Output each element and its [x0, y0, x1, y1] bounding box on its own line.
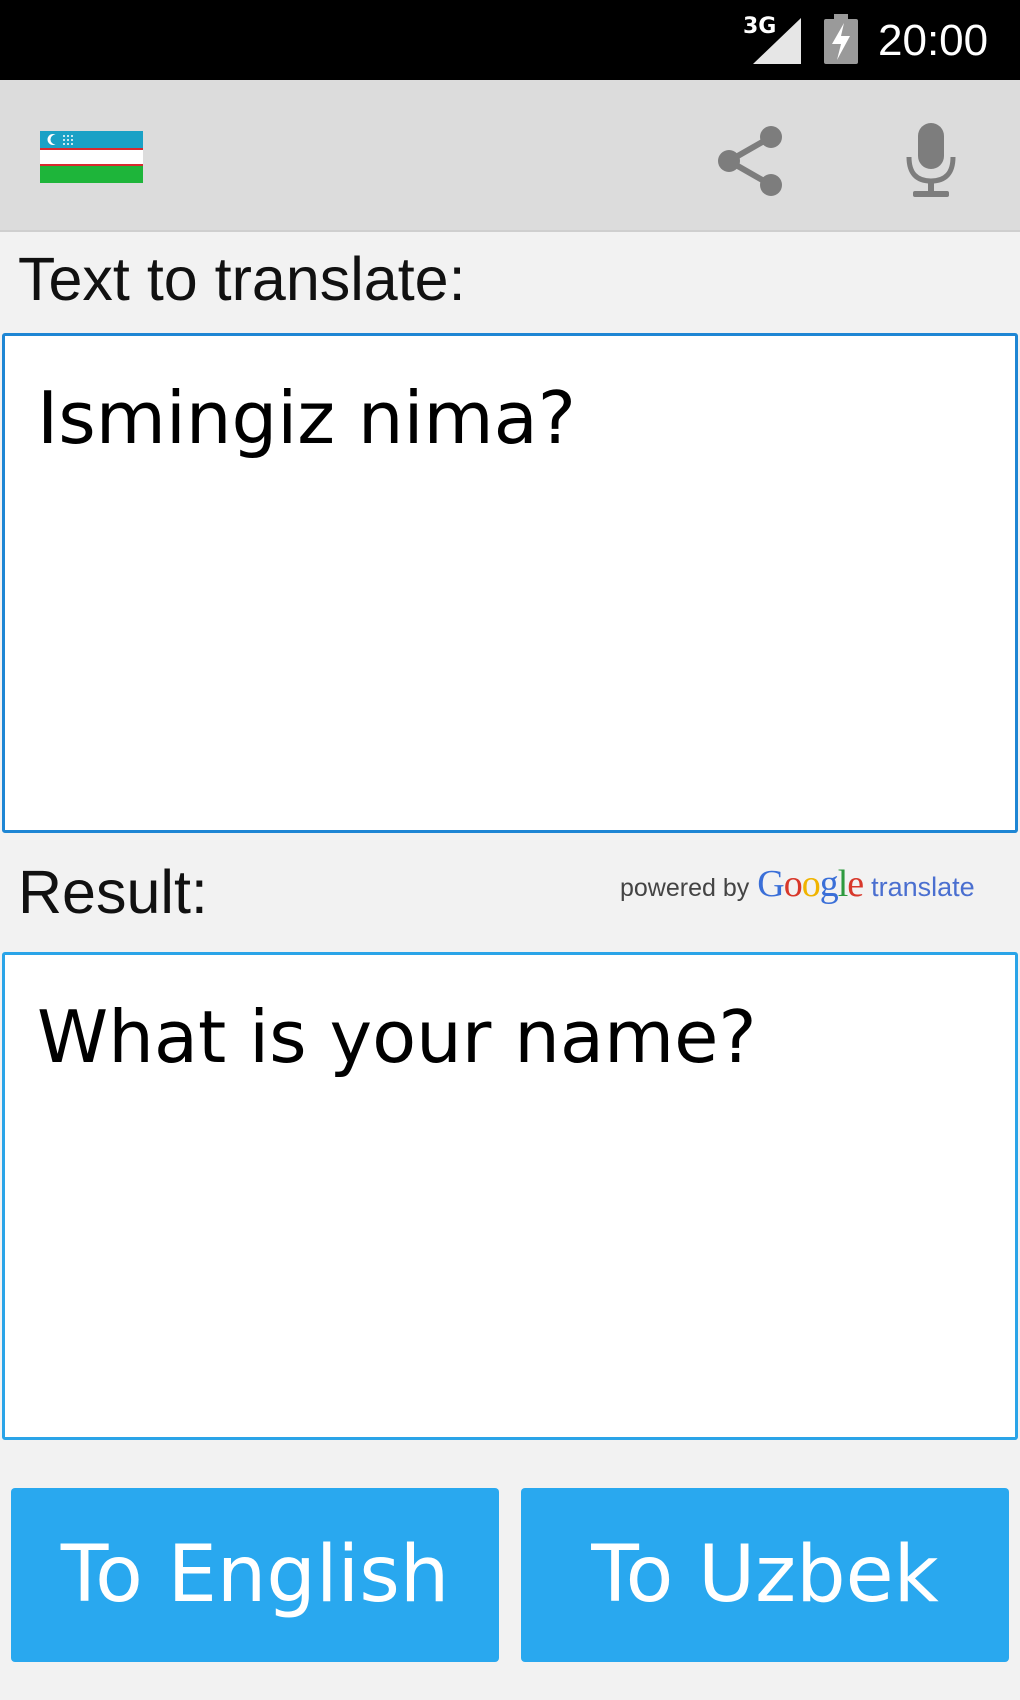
to-english-button[interactable]: To English — [11, 1488, 499, 1662]
battery-charging-icon — [824, 14, 858, 64]
google-logo: Google — [757, 862, 864, 906]
share-icon — [718, 126, 782, 196]
toolbar — [0, 80, 1020, 232]
google-logo-letter: o — [783, 863, 803, 905]
result-text: What is your name? — [37, 995, 757, 1079]
input-label: Text to translate: — [18, 245, 466, 313]
powered-by-google-translate: powered by Google translate — [620, 862, 990, 912]
to-uzbek-button[interactable]: To Uzbek — [521, 1488, 1009, 1662]
voice-input-button[interactable] — [886, 116, 976, 206]
result-output[interactable]: What is your name? — [2, 952, 1018, 1440]
google-logo-letter: l — [837, 863, 849, 905]
powered-by-text: powered by — [620, 874, 750, 902]
network-type-label: 3G — [743, 14, 777, 39]
share-button[interactable] — [706, 116, 796, 206]
microphone-icon — [906, 123, 956, 197]
google-logo-letter: o — [801, 863, 821, 905]
translate-word: translate — [871, 872, 975, 902]
google-logo-letter: g — [819, 863, 839, 905]
input-text: Ismingiz nima? — [37, 376, 577, 460]
clock: 20:00 — [878, 16, 989, 65]
google-logo-letter: e — [847, 863, 864, 905]
text-to-translate-input[interactable]: Ismingiz nima? — [2, 333, 1018, 833]
uzbekistan-flag-icon[interactable] — [40, 131, 143, 183]
google-logo-letter: G — [757, 863, 784, 905]
status-bar: 3G 20:00 — [0, 0, 1020, 80]
result-label: Result: — [18, 858, 208, 926]
